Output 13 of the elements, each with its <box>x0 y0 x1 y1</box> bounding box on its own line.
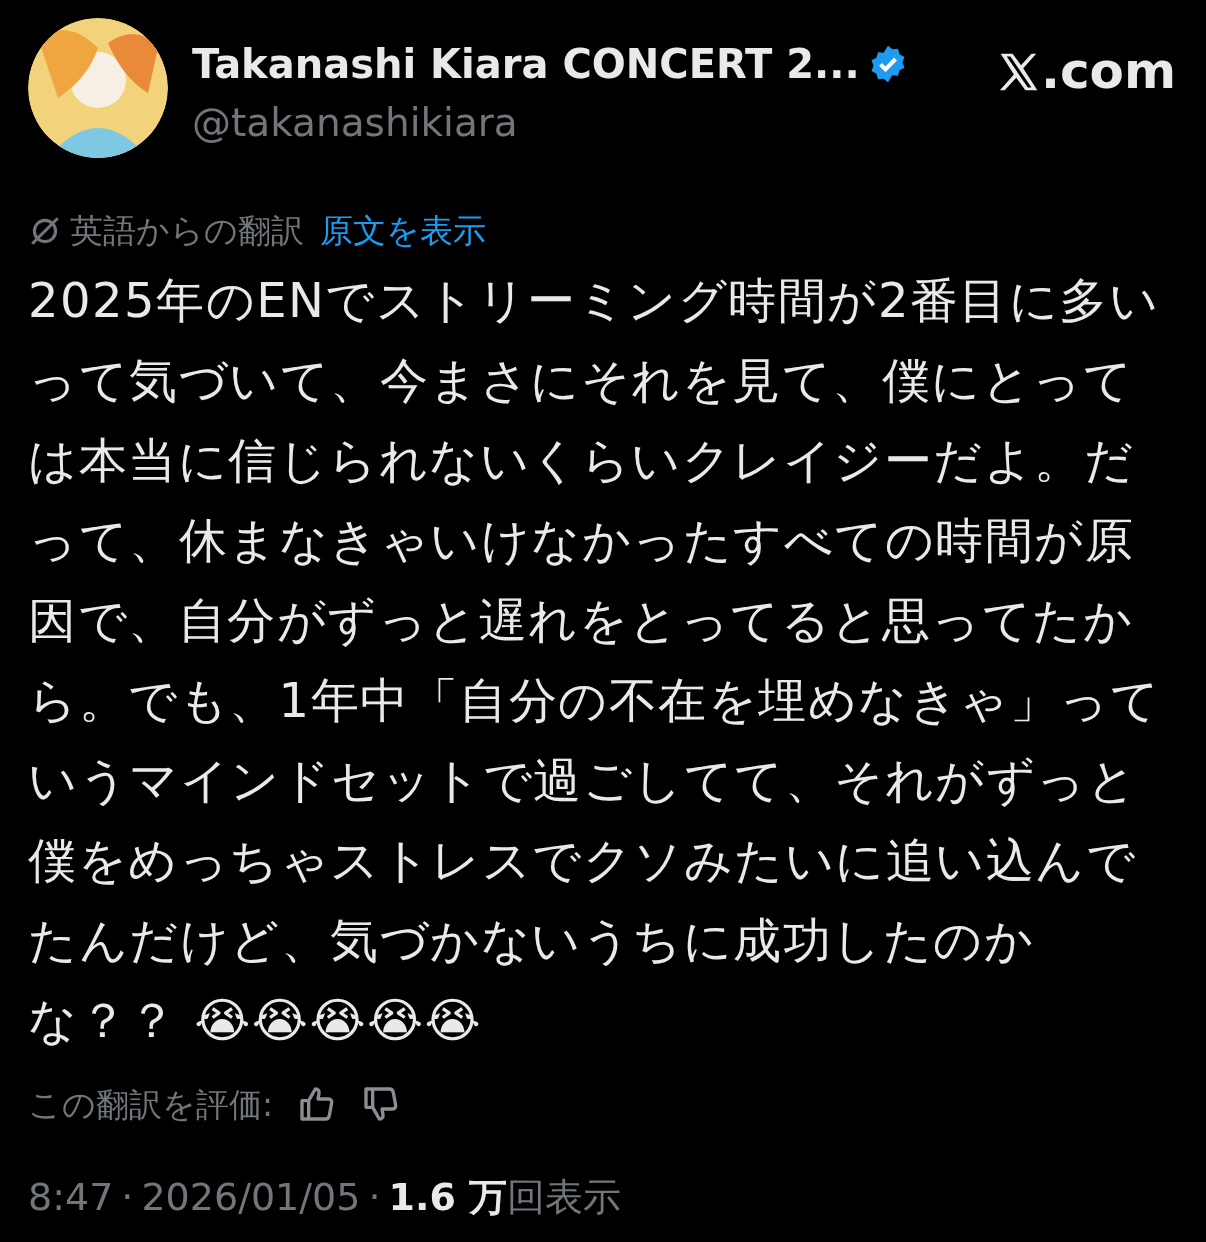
view-count: 1.6 万 <box>388 1174 508 1221</box>
post-date: 2026/01/05 <box>141 1174 361 1221</box>
separator-dot: · <box>368 1174 381 1221</box>
author-name[interactable]: Takanashi Kiara CONCERT 2... <box>192 34 860 94</box>
site-domain: .com <box>1040 41 1176 102</box>
separator-dot: · <box>121 1174 134 1221</box>
rating-label: この翻訳を評価: <box>28 1083 274 1126</box>
translation-label: 英語からの翻訳 <box>70 210 304 252</box>
tweet-text: 2025年のENでストリーミング時間が2番目に多いって気づいて、今まさにそれを見て、僕にとっては本当に信じられないくらいクレイジーだよ。だって、休まなきゃいけなかったすべての時間が原因で、自分がずっと遅れをとってると思ってたから。でも、1年中「自分の不在を埋めなきゃ」っていうマインドセットで過ごしてて、それがずっと僕をめっちゃストレスでクソみたいに追い込んでたんだけど、気づかないうちに成功したのかな？？ 😭😭😭😭😭 <box>28 270 1162 1050</box>
author-handle[interactable]: @takanashikiara <box>192 94 957 153</box>
post-time: 8:47 <box>28 1174 114 1221</box>
views-label: 回表示 <box>507 1174 622 1221</box>
show-original-link[interactable]: 原文を表示 <box>320 206 486 256</box>
